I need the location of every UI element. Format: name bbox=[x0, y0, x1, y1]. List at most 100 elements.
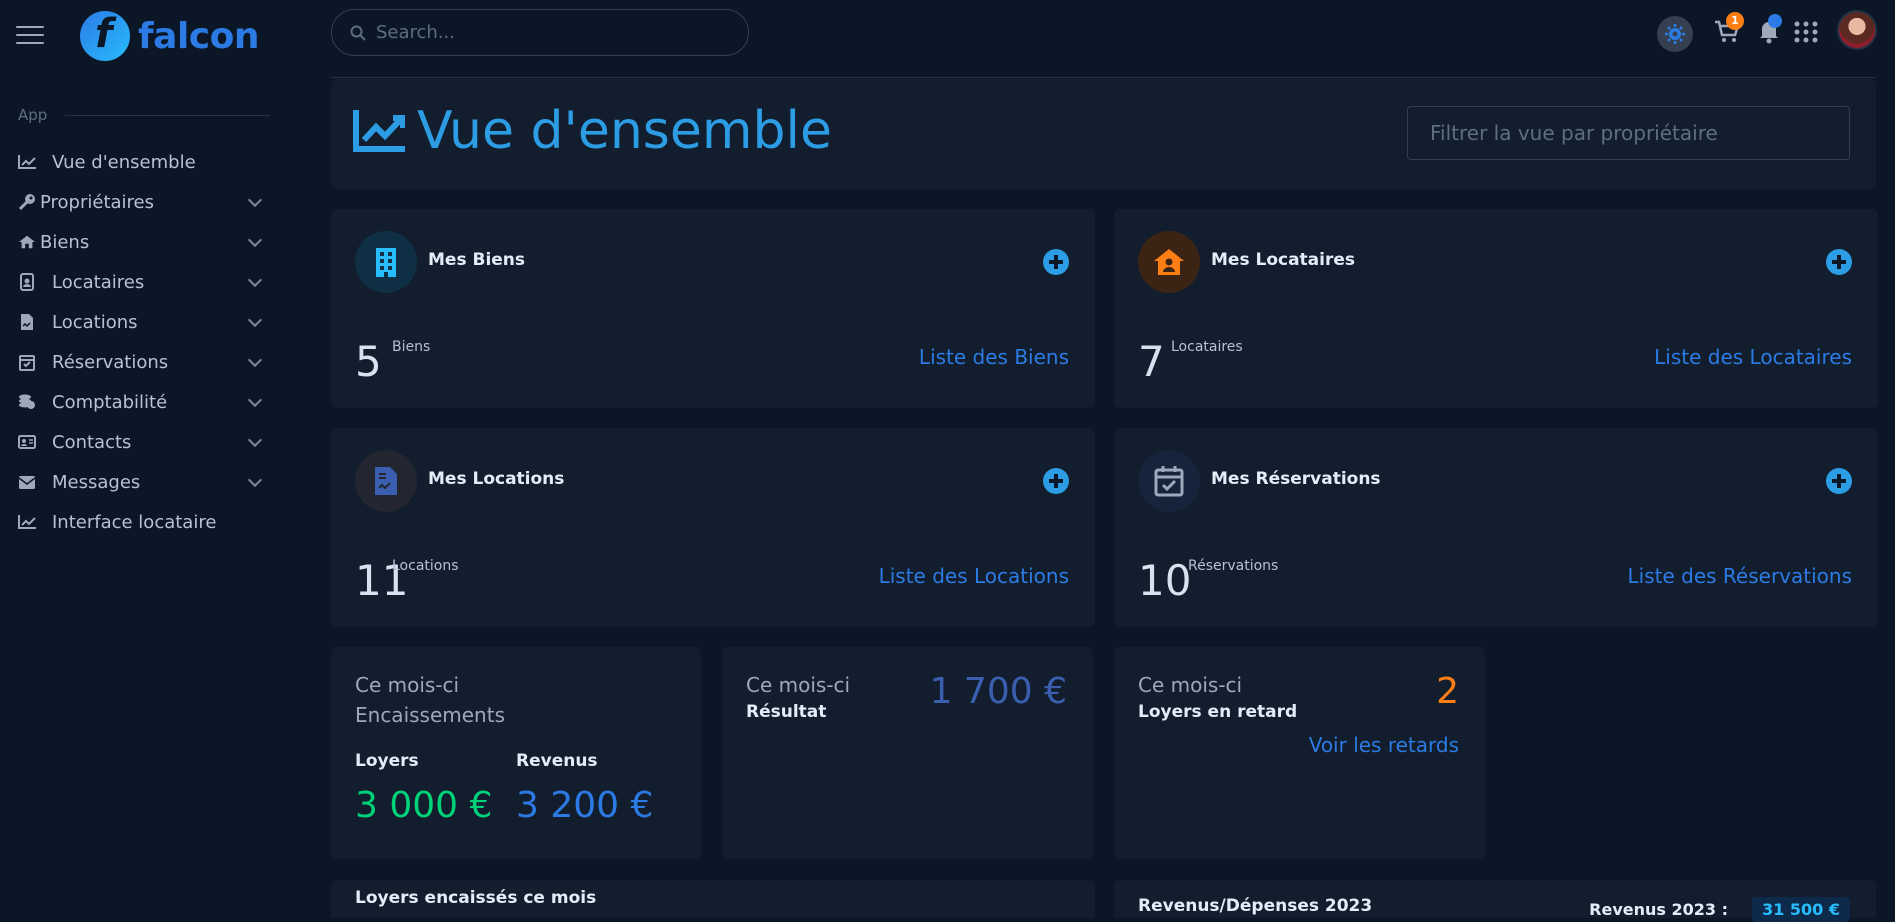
sidebar-item-messages[interactable]: Messages bbox=[18, 462, 270, 502]
coins-icon bbox=[18, 393, 36, 411]
card-title: Mes Réservations bbox=[1211, 469, 1381, 489]
mail-bulk-icon bbox=[18, 473, 36, 491]
revenus-value: 3 200 € bbox=[516, 785, 654, 826]
resultat-value: 1 700 € bbox=[929, 671, 1067, 712]
house-user-icon bbox=[1138, 231, 1200, 293]
period-label: Ce mois-ci bbox=[746, 673, 851, 697]
card-encaissements: Ce mois-ci Encaissements Loyers Revenus … bbox=[331, 647, 701, 859]
key-icon bbox=[18, 193, 36, 211]
card-title: Mes Locations bbox=[428, 469, 565, 489]
sidebar-nav: Vue d'ensemble Propriétaires Biens Locat… bbox=[18, 142, 270, 542]
menu-toggle-button[interactable] bbox=[16, 26, 44, 46]
brand-logo[interactable]: falcon bbox=[80, 10, 260, 62]
card-mes-biens: Mes Biens 5 Biens Liste des Biens bbox=[331, 209, 1095, 408]
revenus-depenses-title: Revenus/Dépenses 2023 bbox=[1138, 896, 1373, 916]
chevron-down-icon bbox=[247, 352, 263, 368]
sidebar-item-contacts[interactable]: Contacts bbox=[18, 422, 270, 462]
cart-button[interactable]: 1 bbox=[1712, 12, 1748, 52]
calendar-check-icon bbox=[1138, 450, 1200, 512]
locations-unit: Locations bbox=[392, 558, 459, 574]
sidebar-section-label: App bbox=[18, 106, 270, 124]
sidebar-item-comptabilite[interactable]: Comptabilité bbox=[18, 382, 270, 422]
sidebar-item-biens[interactable]: Biens bbox=[18, 222, 270, 262]
building-icon bbox=[355, 231, 417, 293]
liste-biens-link[interactable]: Liste des Biens bbox=[919, 345, 1069, 369]
file-contract-icon bbox=[355, 450, 417, 512]
search-box[interactable] bbox=[331, 9, 749, 56]
chevron-down-icon bbox=[247, 432, 263, 448]
falcon-logo-icon bbox=[80, 11, 130, 61]
sidebar-item-proprietaires[interactable]: Propriétaires bbox=[18, 182, 270, 222]
period-label: Ce mois-ci bbox=[355, 673, 460, 697]
id-badge-icon bbox=[18, 273, 36, 291]
chevron-down-icon bbox=[247, 312, 263, 328]
sidebar-item-interface-locataire[interactable]: Interface locataire bbox=[18, 502, 270, 542]
loyers-value: 3 000 € bbox=[355, 785, 493, 826]
grid-icon bbox=[1794, 21, 1818, 43]
chevron-down-icon bbox=[247, 272, 263, 288]
chevron-down-icon bbox=[247, 472, 263, 488]
card-resultat: Ce mois-ci Résultat 1 700 € bbox=[722, 647, 1093, 859]
locataires-unit: Locataires bbox=[1171, 339, 1243, 355]
locataires-count: 7 bbox=[1138, 337, 1165, 386]
search-icon bbox=[350, 25, 366, 41]
add-reservation-button[interactable] bbox=[1826, 468, 1852, 494]
sidebar-item-reservations[interactable]: Réservations bbox=[18, 342, 270, 382]
owner-filter-field[interactable] bbox=[1407, 106, 1850, 160]
calendar-check-icon bbox=[18, 353, 36, 371]
page-title: Vue d'ensemble bbox=[353, 101, 832, 161]
reservations-count: 10 bbox=[1138, 556, 1192, 605]
biens-count: 5 bbox=[355, 337, 382, 386]
gear-icon bbox=[1665, 24, 1685, 44]
card-revenus-depenses: Revenus/Dépenses 2023 Revenus 2023 : 31 … bbox=[1114, 880, 1876, 922]
resultat-title: Résultat bbox=[746, 702, 827, 722]
period-label: Ce mois-ci bbox=[1138, 673, 1243, 697]
retards-value: 2 bbox=[1436, 671, 1459, 712]
loyers-label: Loyers bbox=[355, 751, 419, 771]
add-locataire-button[interactable] bbox=[1826, 249, 1852, 275]
encaissements-title: Encaissements bbox=[355, 703, 505, 727]
address-card-icon bbox=[18, 433, 36, 451]
chevron-down-icon bbox=[247, 392, 263, 408]
theme-toggle-button[interactable] bbox=[1657, 16, 1693, 52]
file-contract-icon bbox=[18, 313, 36, 331]
card-mes-locations: Mes Locations 11 Locations Liste des Loc… bbox=[331, 428, 1095, 627]
sidebar-item-locataires[interactable]: Locataires bbox=[18, 262, 270, 302]
voir-retards-link[interactable]: Voir les retards bbox=[1309, 733, 1459, 757]
card-mes-locataires: Mes Locataires 7 Locataires Liste des Lo… bbox=[1114, 209, 1878, 408]
revenus-2023-badge: 31 500 € bbox=[1752, 897, 1850, 922]
notification-dot bbox=[1768, 14, 1782, 28]
card-mes-reservations: Mes Réservations 10 Réservations Liste d… bbox=[1114, 428, 1878, 627]
apps-button[interactable] bbox=[1793, 18, 1829, 54]
card-title: Mes Biens bbox=[428, 250, 526, 270]
liste-reservations-link[interactable]: Liste des Réservations bbox=[1628, 564, 1852, 588]
search-input[interactable] bbox=[374, 21, 738, 44]
topbar-divider bbox=[331, 77, 1876, 78]
sidebar-item-locations[interactable]: Locations bbox=[18, 302, 270, 342]
notifications-button[interactable] bbox=[1754, 14, 1790, 52]
chart-line-icon bbox=[353, 110, 405, 152]
owner-filter-input[interactable] bbox=[1428, 120, 1832, 146]
liste-locations-link[interactable]: Liste des Locations bbox=[879, 564, 1069, 588]
chevron-down-icon bbox=[247, 192, 263, 208]
liste-locataires-link[interactable]: Liste des Locataires bbox=[1654, 345, 1852, 369]
card-title: Mes Locataires bbox=[1211, 250, 1356, 270]
revenus-2023-label: Revenus 2023 : bbox=[1589, 900, 1728, 919]
chart-line-icon bbox=[18, 153, 36, 171]
loyers-encaisses-title: Loyers encaissés ce mois bbox=[355, 888, 597, 908]
brand-name: falcon bbox=[138, 15, 260, 57]
user-avatar[interactable] bbox=[1837, 10, 1877, 50]
add-bien-button[interactable] bbox=[1043, 249, 1069, 275]
cart-badge: 1 bbox=[1726, 12, 1744, 30]
revenus-label: Revenus bbox=[516, 751, 598, 771]
card-loyers-encaisses: Loyers encaissés ce mois bbox=[331, 880, 1095, 918]
hamburger-icon bbox=[16, 26, 44, 28]
page-header-card: Vue d'ensemble bbox=[331, 79, 1876, 189]
sidebar-item-vue-ensemble[interactable]: Vue d'ensemble bbox=[18, 142, 270, 182]
home-icon bbox=[18, 233, 36, 251]
add-location-button[interactable] bbox=[1043, 468, 1069, 494]
biens-unit: Biens bbox=[392, 339, 431, 355]
card-loyers-retard: Ce mois-ci Loyers en retard 2 Voir les r… bbox=[1114, 647, 1485, 859]
retards-title: Loyers en retard bbox=[1138, 702, 1298, 722]
reservations-unit: Réservations bbox=[1188, 558, 1279, 574]
